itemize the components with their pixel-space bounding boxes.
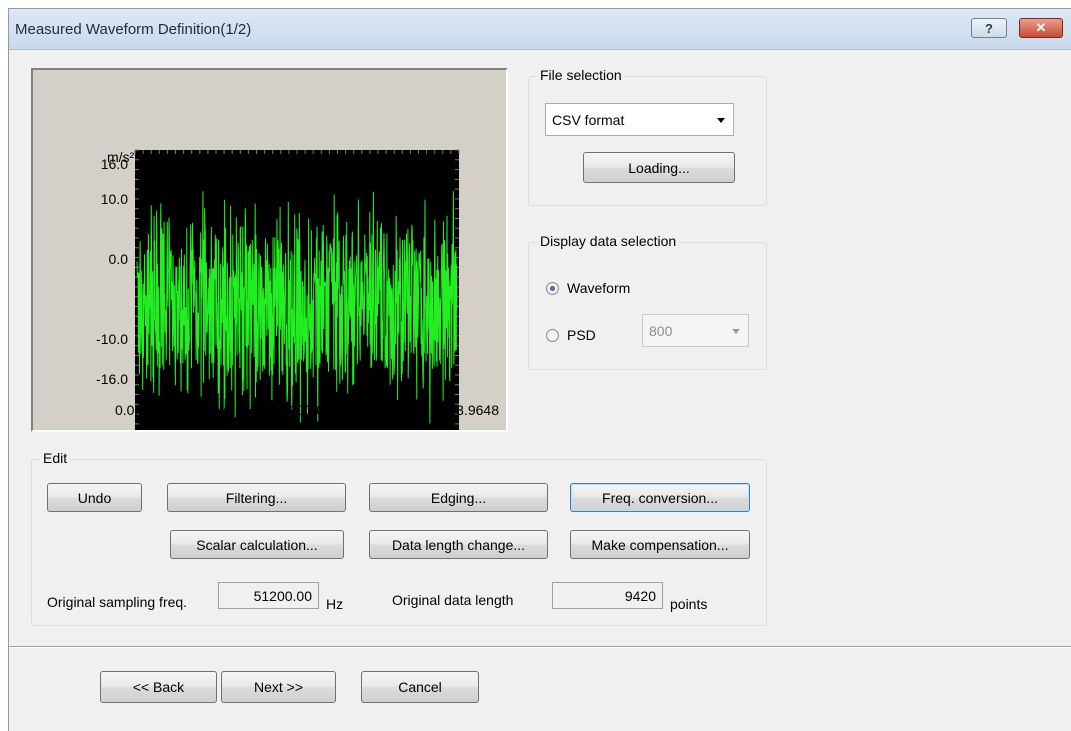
y-tick-label: -16.0 <box>96 371 128 387</box>
chevron-down-icon <box>717 117 725 123</box>
file-selection-group: File selection <box>528 67 767 206</box>
psd-value-select[interactable]: 800 <box>642 314 749 347</box>
filtering-button[interactable]: Filtering... <box>167 483 346 512</box>
close-button[interactable]: ✕ <box>1019 18 1063 38</box>
waveform-plot: m/s² 16.0 10.0 0.0 -10.0 -16.0 0.0ms 50.… <box>31 68 508 432</box>
edit-label: Edit <box>40 450 71 466</box>
psd-radio-label[interactable]: PSD <box>567 327 596 343</box>
x-tick-label: 50.0 <box>204 402 231 418</box>
title-bar[interactable]: Measured Waveform Definition(1/2) ? ✕ <box>9 9 1071 50</box>
y-tick-label: 10.0 <box>101 191 128 207</box>
cancel-button[interactable]: Cancel <box>361 671 479 703</box>
sampling-freq-unit: Hz <box>326 596 344 612</box>
next-button[interactable]: Next >> <box>221 671 336 703</box>
make-compensation-button[interactable]: Make compensation... <box>570 530 750 559</box>
y-tick-label: 0.0 <box>109 251 129 267</box>
help-button[interactable]: ? <box>971 18 1007 38</box>
y-tick-label: 16.0 <box>101 156 128 172</box>
x-tick-label: 0.0ms <box>115 402 153 418</box>
x-tick-label: 100.0 <box>289 402 324 418</box>
y-tick-label: -10.0 <box>96 331 128 347</box>
data-length-unit: points <box>670 596 708 612</box>
loading-button[interactable]: Loading... <box>583 152 735 183</box>
data-length-label: Original data length <box>392 592 514 608</box>
footer-separator <box>9 646 1071 648</box>
back-button[interactable]: << Back <box>100 671 217 703</box>
data-length-change-button[interactable]: Data length change... <box>369 530 548 559</box>
freq-conversion-button[interactable]: Freq. conversion... <box>570 483 750 512</box>
waveform-chart: m/s² 16.0 10.0 0.0 -10.0 -16.0 0.0ms 50.… <box>96 149 500 430</box>
sampling-freq-label: Original sampling freq. <box>47 594 188 610</box>
display-data-selection-label: Display data selection <box>537 233 680 249</box>
chevron-down-icon <box>732 328 740 334</box>
psd-radio[interactable] <box>546 329 559 342</box>
close-icon: ✕ <box>1035 20 1047 35</box>
undo-button[interactable]: Undo <box>47 483 142 512</box>
data-length-field: 9420 <box>552 582 663 609</box>
scalar-calculation-button[interactable]: Scalar calculation... <box>170 530 344 559</box>
file-format-select[interactable]: CSV format <box>545 103 734 136</box>
waveform-radio-label[interactable]: Waveform <box>567 280 630 296</box>
x-tick-label: 183.9648 <box>441 402 500 418</box>
waveform-radio[interactable] <box>546 282 559 295</box>
edging-button[interactable]: Edging... <box>369 483 548 512</box>
file-selection-label: File selection <box>537 67 625 83</box>
display-data-selection-group: Display data selection <box>528 233 767 370</box>
window-title: Measured Waveform Definition(1/2) <box>15 21 252 38</box>
psd-value: 800 <box>649 322 673 339</box>
dialog-window: Measured Waveform Definition(1/2) ? ✕ m/… <box>8 8 1071 731</box>
sampling-freq-field: 51200.00 <box>218 582 319 609</box>
file-format-value: CSV format <box>552 111 625 128</box>
